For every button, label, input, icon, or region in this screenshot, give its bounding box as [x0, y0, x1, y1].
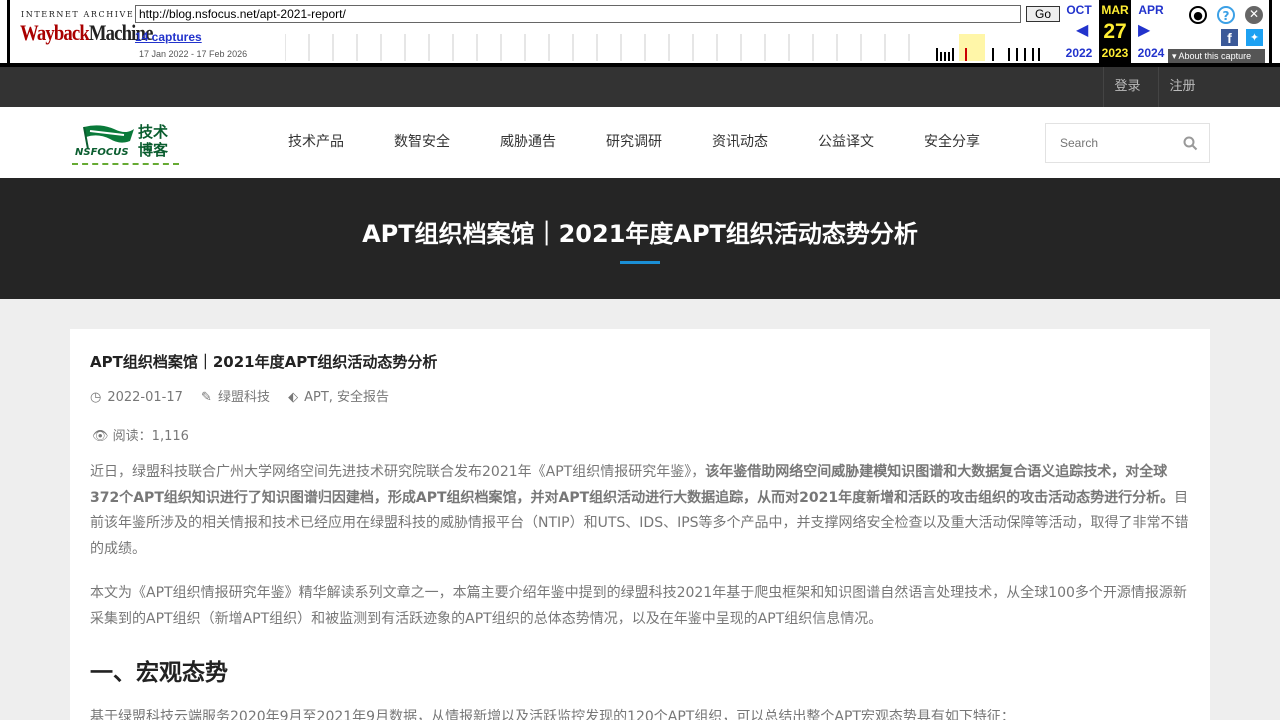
about-capture-label: About this capture	[1178, 51, 1252, 61]
wayback-logo-w: Wayback	[20, 20, 90, 45]
page-title: APT组织档案馆｜2021年度APT组织活动态势分析	[362, 220, 918, 248]
go-button[interactable]: Go	[1026, 6, 1060, 22]
tag-icon: ⬖	[288, 390, 299, 405]
intro-text: 近日，绿盟科技联合广州大学网络空间先进技术研究院联合发布2021年《APT组织情…	[90, 464, 706, 480]
nav-item-security-sharing[interactable]: 安全分享	[924, 107, 980, 178]
nav-item-threat-notices[interactable]: 威胁通告	[500, 107, 556, 178]
post-author[interactable]: 绿盟科技	[218, 390, 270, 405]
current-year: 2023	[1101, 46, 1129, 60]
search-icon[interactable]	[1183, 136, 1198, 151]
search-box	[1045, 123, 1210, 163]
nav-item-smart-security[interactable]: 数智安全	[394, 107, 450, 178]
views-label: 阅读：	[112, 429, 152, 444]
prev-capture-icon[interactable]: ◀	[1076, 20, 1088, 39]
logo-en-text: NSFOCUS	[75, 147, 129, 158]
article: APT组织档案馆｜2021年度APT组织活动态势分析 ◷ 2022-01-17 ✎…	[70, 329, 1210, 720]
next-month-link[interactable]: APR	[1134, 3, 1168, 17]
close-icon[interactable]: ✕	[1245, 6, 1263, 24]
current-day: 27	[1103, 20, 1127, 43]
pencil-icon: ✎	[201, 390, 212, 405]
clock-icon: ◷	[90, 390, 102, 405]
nav-item-tech-products[interactable]: 技术产品	[288, 107, 344, 178]
post-tags[interactable]: APT, 安全报告	[304, 390, 389, 405]
views-value: 1,116	[151, 429, 189, 444]
wayback-toolbar: INTERNET ARCHIVE WaybackMachine Go 14 ca…	[0, 0, 1280, 67]
facebook-icon[interactable]: f	[1221, 29, 1238, 46]
site-header: NSFOCUS 技术博客 技术产品 数智安全 威胁通告 研究调研 资讯动态 公益…	[0, 107, 1280, 178]
post-date: 2022-01-17	[107, 390, 183, 405]
article-title: APT组织档案馆｜2021年度APT组织活动态势分析	[90, 353, 438, 371]
current-month: MAR	[1101, 3, 1129, 17]
paragraph-section: 基于绿盟科技云端服务2020年9月至2021年9月数据，从情报新增以及活跃监控发…	[90, 709, 1015, 720]
internet-archive-label: INTERNET ARCHIVE	[21, 10, 135, 19]
title-underline	[620, 261, 660, 264]
captures-link[interactable]: 14 captures	[135, 30, 202, 44]
section-heading: 一、宏观态势	[90, 660, 228, 686]
capture-sparkline[interactable]	[285, 34, 1045, 61]
paragraph-summary: 本文为《APT组织情报研究年鉴》精华解读系列文章之一，本篇主要介绍年鉴中提到的绿…	[90, 585, 1187, 627]
site-logo[interactable]: NSFOCUS 技术博客	[72, 119, 179, 165]
view-count: 👁 阅读：1,116	[92, 425, 189, 444]
eye-icon: 👁	[92, 429, 109, 444]
nav-item-research[interactable]: 研究调研	[606, 107, 662, 178]
about-capture-button[interactable]: ▾ About this capture	[1168, 49, 1265, 63]
title-banner: APT组织档案馆｜2021年度APT组织活动态势分析	[0, 178, 1280, 299]
current-capture: MAR 27 2023	[1099, 0, 1131, 63]
wayback-url-input[interactable]	[135, 5, 1021, 23]
search-input[interactable]	[1046, 124, 1176, 162]
twitter-icon[interactable]: ✦	[1246, 29, 1263, 46]
prev-month-link[interactable]: OCT	[1062, 3, 1096, 17]
register-link[interactable]: 注册	[1158, 67, 1206, 107]
login-link[interactable]: 登录	[1103, 67, 1151, 107]
next-year-link[interactable]: 2024	[1134, 46, 1168, 60]
wayback-logo[interactable]: WaybackMachine	[20, 20, 153, 46]
nav-item-news[interactable]: 资讯动态	[712, 107, 768, 178]
nav-item-translations[interactable]: 公益译文	[818, 107, 874, 178]
user-icon[interactable]: ●	[1189, 6, 1207, 24]
help-icon[interactable]: ?	[1217, 6, 1235, 24]
top-bar: 登录 注册	[0, 67, 1280, 107]
flag-logo-icon	[83, 125, 134, 149]
capture-range: 17 Jan 2022 - 17 Feb 2026	[139, 49, 248, 59]
article-meta: ◷ 2022-01-17 ✎ 绿盟科技 ⬖ APT, 安全报告	[90, 386, 395, 405]
logo-cn-text: 技术博客	[138, 123, 169, 159]
paragraph-intro: 近日，绿盟科技联合广州大学网络空间先进技术研究院联合发布2021年《APT组织情…	[90, 460, 1192, 562]
next-capture-icon[interactable]: ▶	[1138, 20, 1150, 39]
prev-year-link[interactable]: 2022	[1062, 46, 1096, 60]
